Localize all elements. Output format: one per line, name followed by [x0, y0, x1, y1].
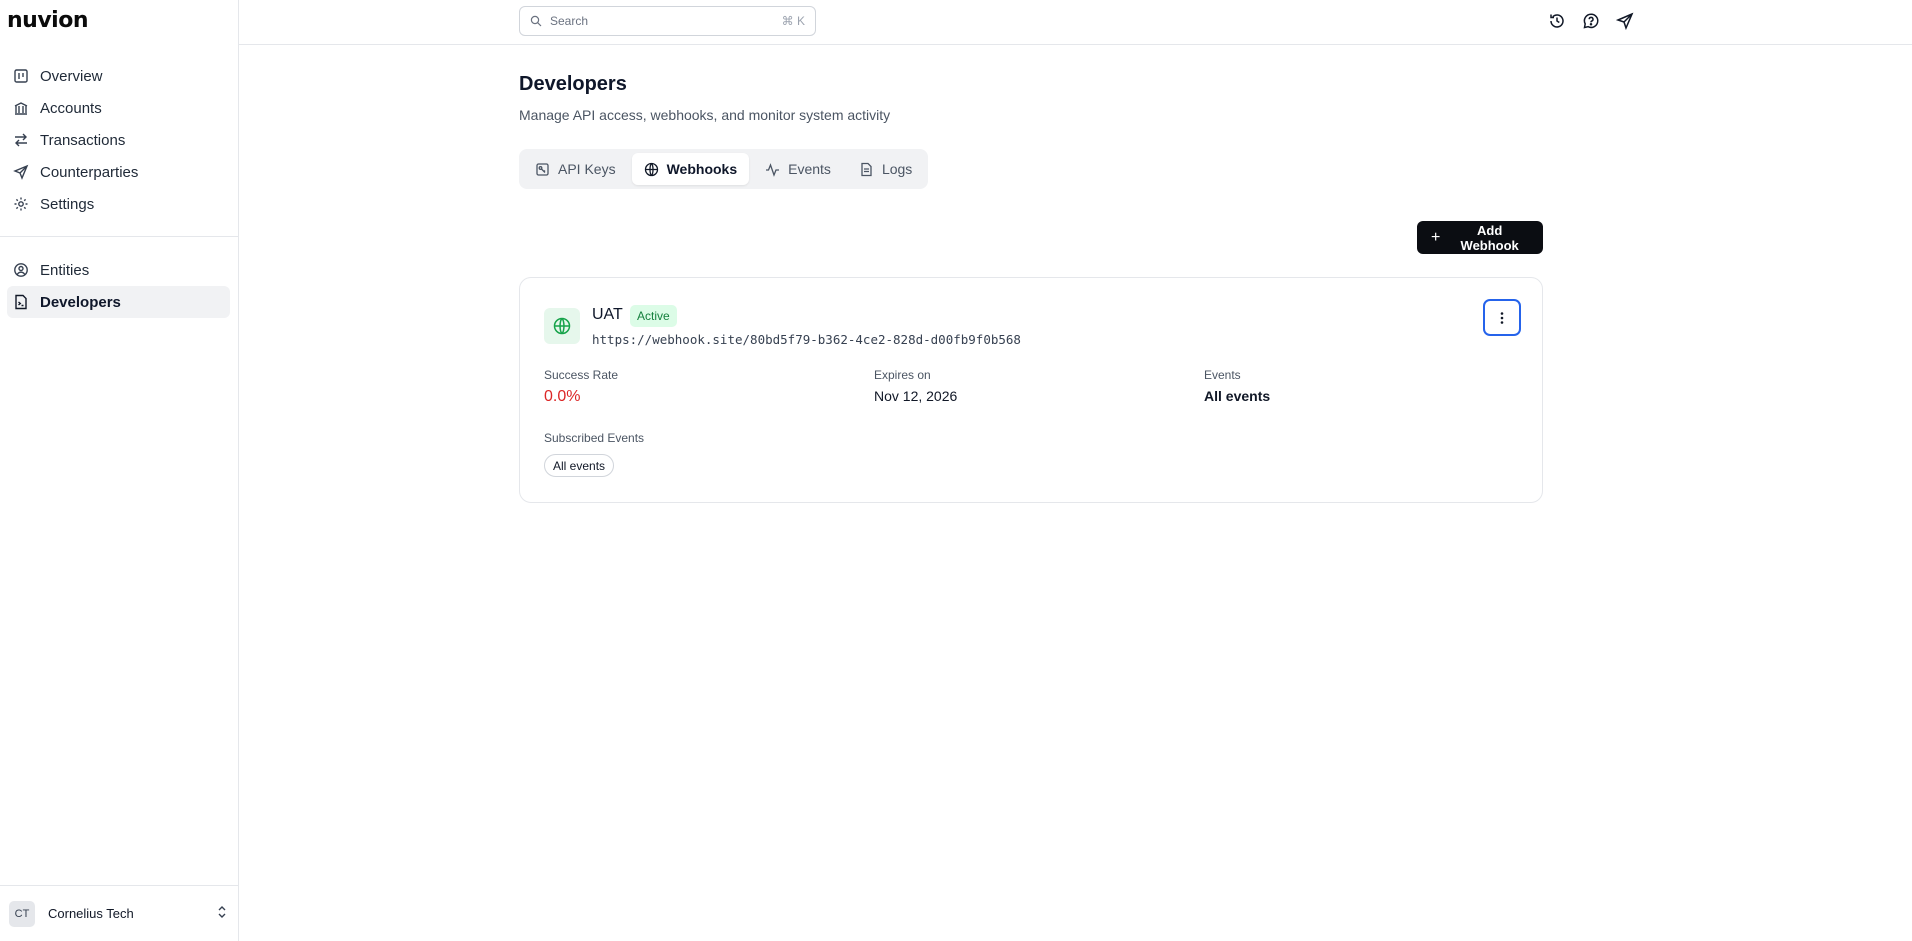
tab-label: Events — [788, 161, 831, 177]
subscribed-events-label: Subscribed Events — [544, 431, 645, 445]
tab-webhooks[interactable]: Webhooks — [631, 153, 750, 185]
account-switcher[interactable]: CT Cornelius Tech — [0, 885, 239, 941]
add-webhook-button[interactable]: + Add Webhook — [1417, 221, 1543, 254]
sidebar-item-label: Counterparties — [40, 163, 139, 181]
tab-label: Logs — [881, 161, 913, 177]
top-actions — [1548, 12, 1634, 30]
events-stat: Events All events — [1204, 368, 1270, 404]
success-rate-label: Success Rate — [544, 368, 619, 382]
tab-api-keys[interactable]: API Keys — [523, 153, 628, 185]
file-icon — [861, 162, 872, 176]
sidebar-item-label: Developers — [40, 293, 121, 311]
avatar: CT — [9, 900, 35, 927]
file-terminal-icon — [13, 294, 29, 310]
search-shortcut: ⌘ K — [781, 14, 805, 28]
brand-logo[interactable]: nuvion — [7, 8, 88, 33]
webhook-more-button[interactable] — [1483, 299, 1521, 336]
chevrons-up-down-icon — [214, 904, 230, 923]
sidebar-item-developers[interactable]: Developers — [7, 286, 230, 318]
expires-label: Expires on — [874, 368, 931, 382]
events-value: All events — [1204, 388, 1271, 404]
search-icon — [530, 15, 542, 27]
events-label: Events — [1204, 368, 1241, 382]
success-rate-value: 0.0% — [544, 388, 581, 405]
expires-stat: Expires on Nov 12, 2026 — [874, 368, 957, 404]
activity-icon — [766, 162, 780, 177]
sidebar-item-entities[interactable]: Entities — [7, 254, 230, 286]
sidebar-item-settings[interactable]: Settings — [7, 188, 230, 220]
status-badge: Active — [630, 305, 677, 327]
user-circle-icon — [13, 262, 29, 278]
plus-icon: + — [1431, 228, 1441, 246]
sidebar-item-transactions[interactable]: Transactions — [7, 124, 230, 156]
add-webhook-label: Add Webhook — [1460, 222, 1519, 253]
sidebar-item-overview[interactable]: Overview — [7, 60, 230, 92]
sidebar-item-label: Entities — [40, 261, 90, 279]
history-icon[interactable] — [1548, 12, 1566, 30]
secondary-nav: Entities Developers — [7, 254, 230, 318]
sidebar-item-accounts[interactable]: Accounts — [7, 92, 230, 124]
tab-label: API Keys — [558, 161, 616, 177]
expires-value: Nov 12, 2026 — [874, 388, 958, 404]
sidebar-item-label: Overview — [40, 67, 103, 85]
overview-icon — [13, 68, 29, 84]
page-subtitle: Manage API access, webhooks, and monitor… — [519, 107, 891, 123]
globe-icon — [644, 162, 658, 176]
search-input[interactable]: Search ⌘ K — [519, 6, 816, 36]
send-icon[interactable] — [1616, 12, 1634, 30]
tab-logs[interactable]: Logs — [847, 153, 924, 185]
gear-icon — [13, 196, 29, 212]
sidebar-item-label: Accounts — [40, 99, 102, 117]
help-chat-icon[interactable] — [1582, 12, 1600, 30]
webhook-card: UAT Active https://webhook.site/80bd5f79… — [519, 277, 1543, 503]
search-placeholder: Search — [550, 14, 589, 28]
sidebar-item-label: Transactions — [40, 131, 126, 149]
sidebar-divider — [0, 236, 239, 237]
sidebar-item-counterparties[interactable]: Counterparties — [7, 156, 230, 188]
page-title: Developers — [519, 73, 627, 95]
event-chip: All events — [544, 454, 615, 477]
more-vertical-icon — [1500, 311, 1504, 324]
tab-label: Webhooks — [666, 161, 738, 177]
bank-icon — [13, 100, 29, 116]
user-name: Cornelius Tech — [48, 906, 134, 921]
sidebar: nuvion Overview Accounts Transactions Co… — [0, 0, 239, 941]
primary-nav: Overview Accounts Transactions Counterpa… — [7, 60, 230, 220]
tab-events[interactable]: Events — [753, 153, 843, 185]
developer-tabs: API Keys Webhooks Events Logs — [519, 149, 929, 189]
arrows-left-right-icon — [13, 132, 29, 148]
webhook-globe-icon — [544, 308, 580, 344]
webhook-url: https://webhook.site/80bd5f79-b362-4ce2-… — [592, 332, 1021, 347]
top-bar: Search ⌘ K — [239, 0, 1912, 45]
send-icon — [13, 164, 29, 180]
sidebar-item-label: Settings — [40, 195, 95, 213]
success-rate-stat: Success Rate 0.0% — [544, 368, 618, 406]
key-icon — [536, 162, 549, 176]
webhook-name: UAT — [592, 306, 623, 323]
